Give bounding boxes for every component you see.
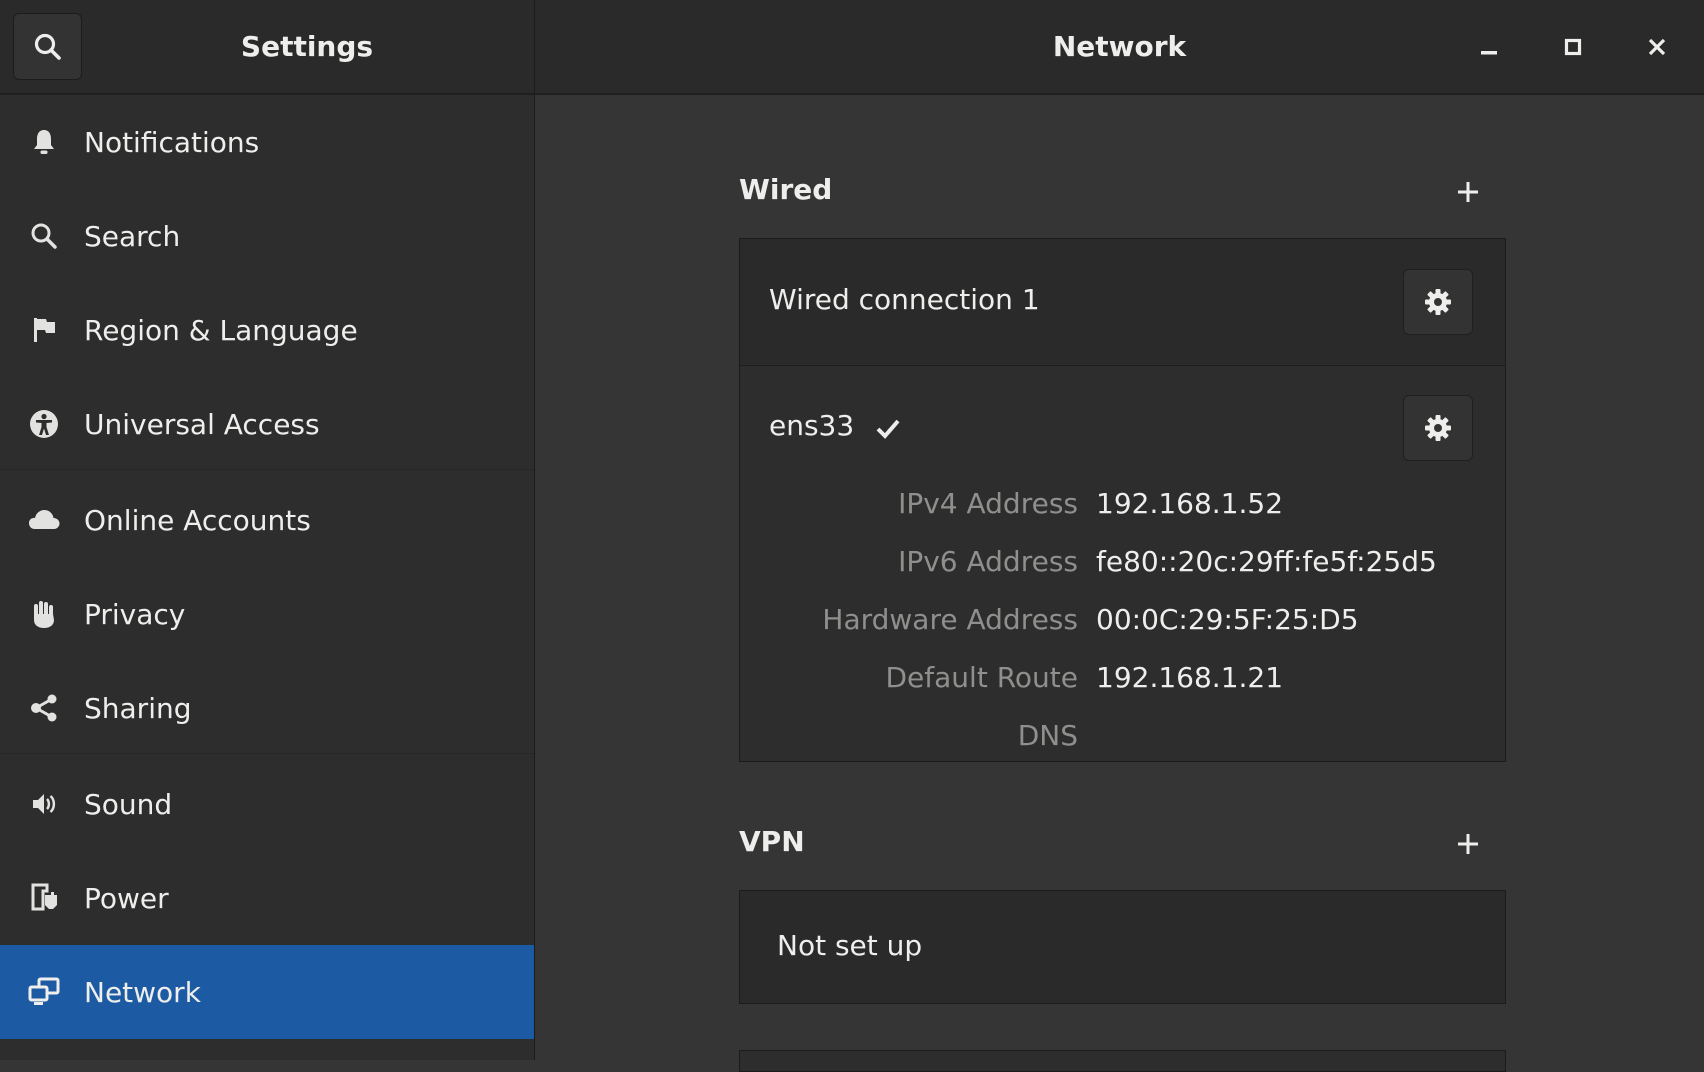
wired-section-title: Wired (739, 173, 833, 206)
app-title: Settings (240, 30, 374, 63)
power-icon (22, 876, 66, 920)
sidebar-item-label: Search (84, 219, 181, 253)
sidebar-header: Settings (0, 0, 535, 93)
default-route-label: Default Route (885, 661, 1079, 694)
plus-icon (1456, 180, 1480, 204)
default-route-value: 192.168.1.21 (1096, 661, 1284, 694)
sidebar-item-sound[interactable]: Sound (0, 757, 534, 851)
sidebar-item-network[interactable]: Network (0, 945, 534, 1039)
hardware-address-label: Hardware Address (822, 603, 1078, 636)
close-icon (1647, 37, 1667, 57)
ipv4-label: IPv4 Address (898, 487, 1078, 520)
accessibility-icon (22, 402, 66, 446)
search-icon (22, 214, 66, 258)
gear-icon (1423, 413, 1453, 443)
maximize-button[interactable] (1550, 24, 1596, 70)
add-wired-button[interactable] (1448, 172, 1488, 212)
settings-window: Settings Network Notifications Search Re… (0, 0, 1704, 1072)
ipv6-label: IPv6 Address (898, 545, 1078, 578)
gear-icon (1423, 287, 1453, 317)
sidebar: Notifications Search Region & Language U… (0, 95, 535, 1060)
connection-settings-button[interactable] (1403, 269, 1473, 335)
sidebar-item-power[interactable]: Power (0, 851, 534, 945)
page-title: Network (1052, 30, 1187, 63)
minimize-button[interactable] (1466, 24, 1512, 70)
sidebar-item-label: Universal Access (84, 407, 320, 441)
network-icon (22, 970, 66, 1014)
wired-list: Wired connection 1 ens33 IPv4 Address 19… (739, 238, 1506, 762)
checkmark-icon (876, 417, 900, 439)
sidebar-item-sharing[interactable]: Sharing (0, 661, 534, 755)
hardware-address-value: 00:0C:29:5F:25:D5 (1096, 603, 1359, 636)
sidebar-item-label: Power (84, 881, 169, 915)
cloud-icon (22, 498, 66, 542)
vpn-status: Not set up (777, 929, 923, 962)
sidebar-item-universal-access[interactable]: Universal Access (0, 377, 534, 471)
add-vpn-button[interactable] (1448, 824, 1488, 864)
device-name: ens33 (769, 409, 855, 442)
sidebar-item-label: Sharing (84, 691, 192, 725)
connection-name: Wired connection 1 (769, 283, 1040, 316)
device-settings-button[interactable] (1403, 395, 1473, 461)
flag-icon (22, 308, 66, 352)
dns-label: DNS (1017, 719, 1078, 752)
sidebar-item-label: Privacy (84, 597, 186, 631)
sidebar-item-label: Online Accounts (84, 503, 311, 537)
sidebar-separator (0, 753, 534, 754)
close-button[interactable] (1634, 24, 1680, 70)
search-icon (33, 32, 63, 62)
sidebar-separator (0, 469, 534, 470)
sidebar-item-online-accounts[interactable]: Online Accounts (0, 473, 534, 567)
sidebar-item-label: Sound (84, 787, 173, 821)
ipv6-value: fe80::20c:29ff:fe5f:25d5 (1096, 545, 1437, 578)
maximize-icon (1563, 37, 1583, 57)
search-button[interactable] (13, 13, 82, 80)
vpn-section-title: VPN (739, 825, 805, 858)
sidebar-item-region-language[interactable]: Region & Language (0, 283, 534, 377)
sidebar-item-label: Network (84, 975, 201, 1009)
minimize-icon (1479, 37, 1499, 57)
plus-icon (1456, 832, 1480, 856)
sidebar-item-search[interactable]: Search (0, 189, 534, 283)
proxy-list (739, 1050, 1506, 1072)
hand-icon (22, 592, 66, 636)
ipv4-value: 192.168.1.52 (1096, 487, 1284, 520)
sidebar-item-label: Notifications (84, 125, 260, 159)
sidebar-item-notifications[interactable]: Notifications (0, 95, 534, 189)
vpn-list: Not set up (739, 890, 1506, 1004)
bell-icon (22, 120, 66, 164)
share-icon (22, 686, 66, 730)
sidebar-item-label: Region & Language (84, 313, 358, 347)
header-bar: Settings Network (0, 0, 1704, 95)
speaker-icon (22, 782, 66, 826)
sidebar-item-privacy[interactable]: Privacy (0, 567, 534, 661)
wired-connection-row[interactable]: Wired connection 1 (740, 239, 1505, 366)
